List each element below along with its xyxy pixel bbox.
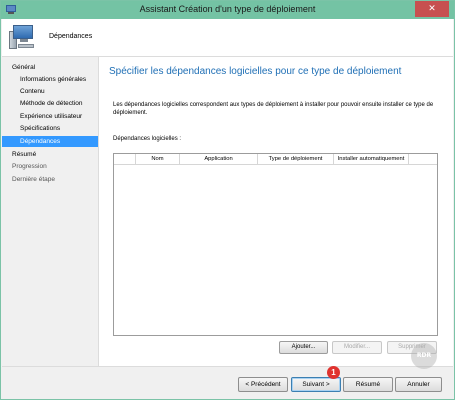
summary-button[interactable]: Résumé [343, 377, 393, 392]
nav-item-general-information[interactable]: Informations générales [2, 74, 98, 85]
column-header-name[interactable]: Nom [136, 154, 180, 165]
nav-item-content[interactable]: Contenu [2, 86, 98, 97]
nav-item-completion: Dernière étape [12, 176, 55, 183]
table-header: Nom Application Type de déploiement Inst… [114, 154, 437, 165]
nav-item-dependencies[interactable]: Dépendances [2, 136, 98, 147]
previous-button[interactable]: < Précédent [238, 377, 288, 392]
nav-item-detection-method[interactable]: Méthode de détection [2, 98, 98, 109]
watermark-logo: RDR [411, 343, 437, 369]
wizard-header: Dépendances [2, 19, 453, 57]
add-button[interactable]: Ajouter... [279, 341, 328, 354]
nav-item-general[interactable]: Général [2, 62, 98, 73]
title-bar[interactable]: Assistant Création d'un type de déploiem… [1, 1, 454, 19]
computer-icon [9, 23, 37, 51]
edit-button[interactable]: Modifier... [332, 341, 382, 354]
close-button[interactable]: ✕ [415, 1, 449, 17]
wizard-window: Assistant Création d'un type de déploiem… [0, 0, 455, 400]
column-header-select[interactable] [114, 154, 136, 165]
wizard-nav: Général Informations générales Contenu M… [2, 57, 98, 399]
header-title: Dépendances [49, 33, 93, 40]
column-header-deployment-type[interactable]: Type de déploiement [258, 154, 334, 165]
cancel-button[interactable]: Annuler [395, 377, 442, 392]
column-header-auto-install[interactable]: Installer automatiquement [334, 154, 409, 165]
nav-item-user-experience[interactable]: Expérience utilisateur [2, 111, 98, 122]
nav-item-progress: Progression [12, 163, 47, 170]
nav-item-requirements[interactable]: Spécifications [2, 123, 98, 134]
page-description: Les dépendances logicielles corresponden… [113, 102, 434, 116]
window-title: Assistant Création d'un type de déploiem… [139, 4, 316, 14]
content-panel: Spécifier les dépendances logicielles po… [98, 57, 453, 366]
next-button[interactable]: Suivant > [291, 377, 341, 392]
page-title: Spécifier les dépendances logicielles po… [109, 66, 402, 77]
step-badge: 1 [327, 366, 340, 379]
dependencies-table[interactable]: Nom Application Type de déploiement Inst… [113, 153, 438, 336]
wizard-footer: < Précédent Suivant > Résumé Annuler [2, 366, 453, 399]
nav-item-summary[interactable]: Résumé [2, 149, 98, 160]
dependencies-label: Dépendances logicielles : [113, 136, 182, 142]
column-header-application[interactable]: Application [180, 154, 258, 165]
